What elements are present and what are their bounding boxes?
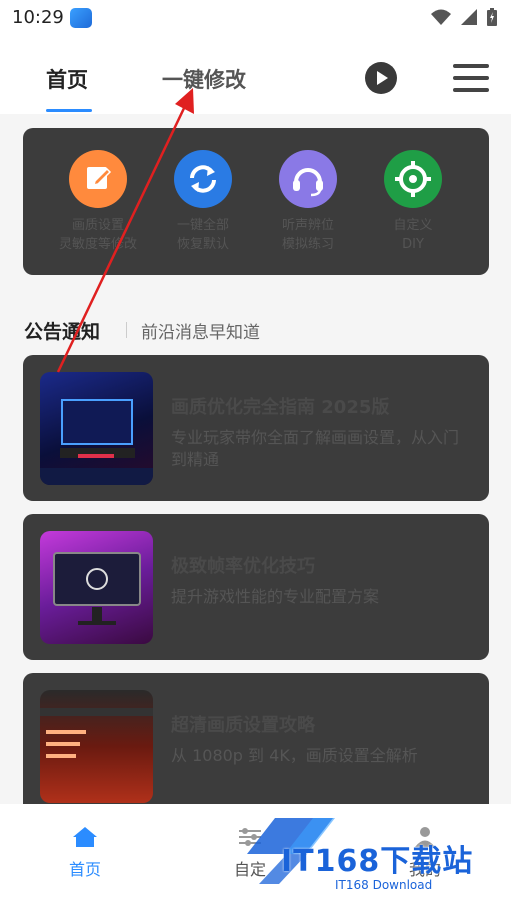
news-title: 超清画质设置攻略 <box>171 715 315 736</box>
news-title: 画质优化完全指南 2025版 <box>171 397 390 418</box>
nav-label: 首页 <box>68 860 101 879</box>
section-title: 公告通知 <box>24 321 101 343</box>
quick-action-reset[interactable]: 一键全部 恢复默认 <box>153 150 253 254</box>
play-icon <box>377 71 388 85</box>
news-description: 专业玩家带你全面了解画画设置，从入门到精通 <box>171 428 460 469</box>
status-bar: 10:29 <box>0 0 511 36</box>
quick-actions-card: 画质设置 灵敏度等修改 一键全部 恢复默认 听声辨位 模拟练习 自定义 DIY <box>23 128 489 275</box>
quick-action-sound[interactable]: 听声辨位 模拟练习 <box>258 150 358 254</box>
menu-bar <box>453 88 489 92</box>
menu-button[interactable] <box>453 64 489 94</box>
signal-icon <box>461 9 477 25</box>
edit-icon <box>69 150 127 208</box>
news-card[interactable]: 极致帧率优化技巧 提升游戏性能的专业配置方案 <box>23 514 489 660</box>
menu-bar <box>453 76 489 80</box>
news-card[interactable]: 超清画质设置攻略 从 1080p 到 4K，画质设置全解析 <box>23 673 489 819</box>
status-time: 10:29 <box>12 7 64 28</box>
battery-icon <box>487 8 497 26</box>
news-thumbnail <box>40 531 153 644</box>
watermark-sub: IT168 Download <box>335 878 433 892</box>
headset-icon <box>279 150 337 208</box>
quick-action-label: 听声辨位 模拟练习 <box>281 218 334 252</box>
news-description: 从 1080p 到 4K，画质设置全解析 <box>171 746 418 765</box>
wifi-icon <box>431 9 451 25</box>
news-thumbnail <box>40 372 153 485</box>
quick-action-label: 一键全部 恢复默认 <box>176 218 229 252</box>
top-header: 首页 一键修改 <box>0 36 511 114</box>
tab-one-click-edit[interactable]: 一键修改 <box>162 64 246 94</box>
quick-action-label: 自定义 DIY <box>393 218 433 252</box>
section-divider <box>126 322 127 338</box>
crosshair-icon <box>384 150 442 208</box>
tab-active-indicator <box>46 109 92 112</box>
app-notification-icon <box>70 8 92 28</box>
play-button[interactable] <box>365 62 397 94</box>
nav-item-home[interactable]: 首页 <box>45 826 125 880</box>
quick-action-label: 画质设置 灵敏度等修改 <box>58 218 137 252</box>
news-thumbnail <box>40 690 153 803</box>
news-description: 提升游戏性能的专业配置方案 <box>171 587 380 606</box>
quick-action-graphics[interactable]: 画质设置 灵敏度等修改 <box>48 150 148 254</box>
home-icon <box>73 827 97 847</box>
watermark-brand: IT168下载站 <box>281 844 474 879</box>
tab-home[interactable]: 首页 <box>46 64 88 94</box>
news-card[interactable]: 画质优化完全指南 2025版 专业玩家带你全面了解画画设置，从入门到精通 <box>23 355 489 501</box>
watermark-logo: IT168下载站 IT168 Download <box>245 814 507 898</box>
news-title: 极致帧率优化技巧 <box>171 556 315 577</box>
quick-action-diy[interactable]: 自定义 DIY <box>363 150 463 254</box>
system-icons <box>431 8 497 26</box>
menu-bar <box>453 64 489 68</box>
section-subtitle: 前沿消息早知道 <box>141 323 260 343</box>
refresh-icon <box>174 150 232 208</box>
